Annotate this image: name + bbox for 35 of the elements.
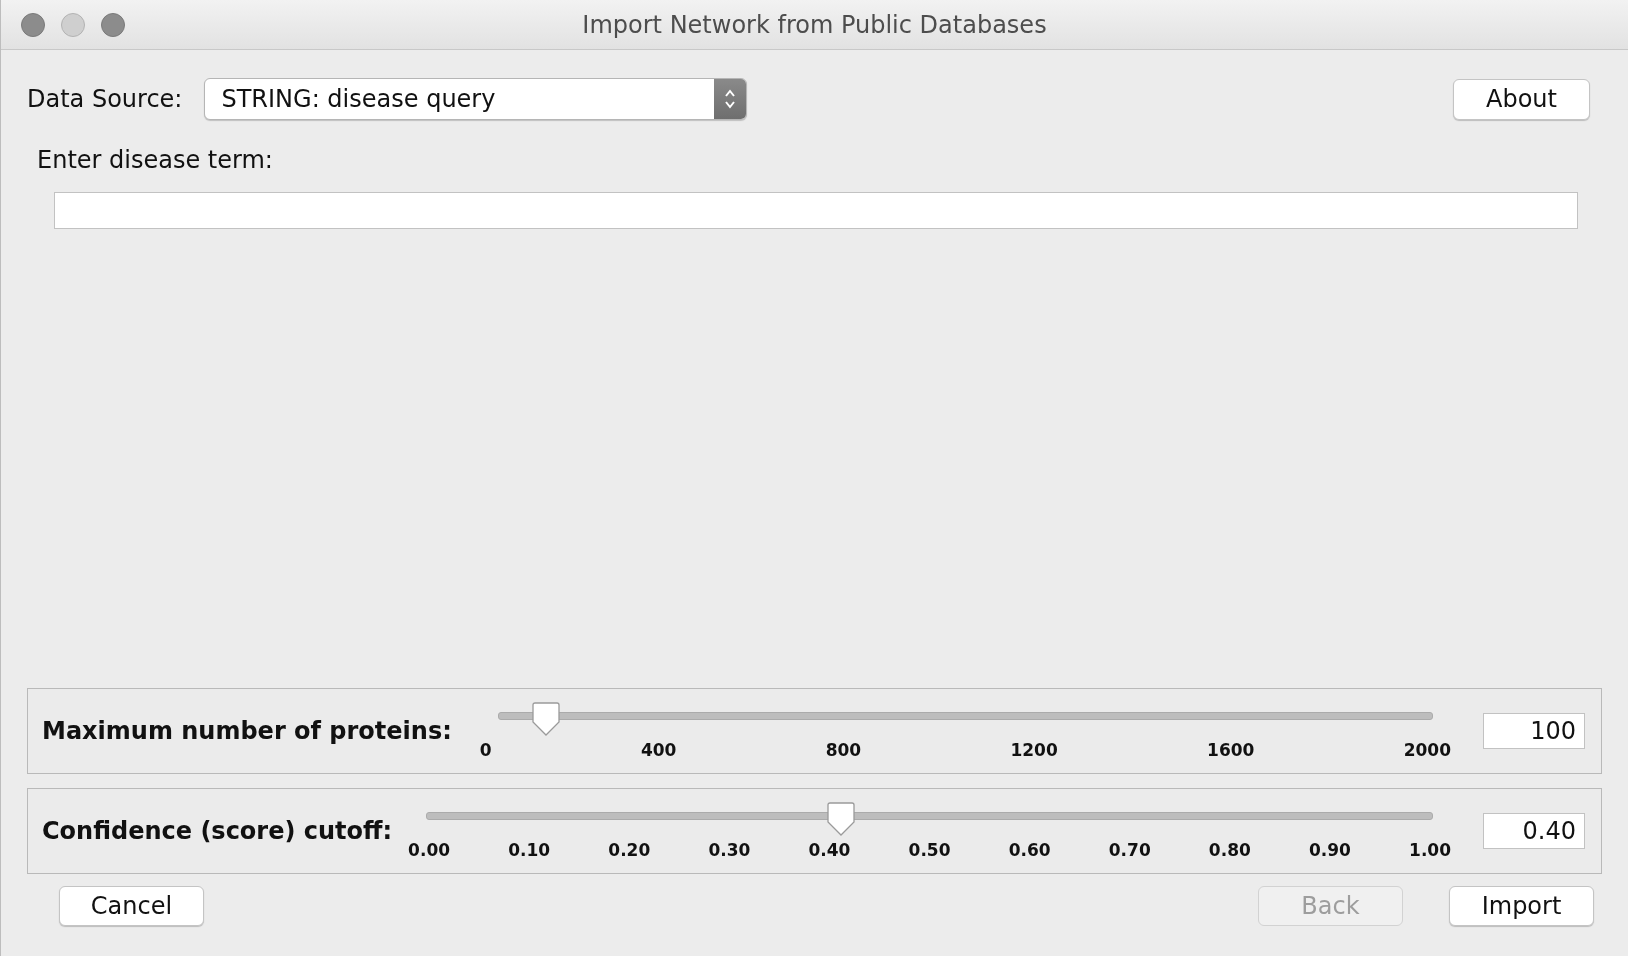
close-icon[interactable]: [21, 12, 45, 37]
data-source-dropdown[interactable]: STRING: disease query: [204, 78, 748, 120]
slider-label: Maximum number of proteins:: [42, 717, 452, 745]
dialog-button[interactable]: Cancel: [59, 886, 204, 926]
tick-label: 1.00: [1409, 840, 1451, 860]
dialog-button[interactable]: Import: [1449, 886, 1594, 926]
tick-label: 0.60: [1008, 840, 1051, 860]
minimize-icon[interactable]: [61, 12, 85, 37]
tick-label: 2000: [1403, 740, 1451, 760]
disease-term-field[interactable]: [54, 192, 1578, 229]
slider-value-field[interactable]: 100: [1483, 713, 1585, 749]
tick-label: 0.50: [908, 840, 951, 860]
tick-label: 400: [640, 740, 677, 760]
tick-label: 1200: [1010, 740, 1058, 760]
tick-label: 0.70: [1108, 840, 1151, 860]
tick-label: 1600: [1207, 740, 1255, 760]
tick-label: 0.80: [1208, 840, 1251, 860]
tick-label: 0: [479, 740, 492, 760]
tick-label: 0.30: [708, 840, 751, 860]
slider-thumb[interactable]: [825, 802, 856, 836]
slider-value-field[interactable]: 0.40: [1483, 813, 1585, 849]
tick-label: 0.20: [608, 840, 651, 860]
tick-label: 0.90: [1308, 840, 1351, 860]
tick-label: 0.00: [408, 840, 451, 860]
data-source-label: Data Source:: [27, 85, 183, 113]
tick-label: 0.40: [808, 840, 851, 860]
chevron-updown-icon: [724, 88, 737, 110]
window-title: Import Network from Public Databases: [581, 10, 1048, 39]
about-button[interactable]: About: [1453, 78, 1590, 120]
tick-label: 800: [825, 740, 862, 760]
zoom-icon[interactable]: [101, 12, 125, 37]
slider-label: Confidence (score) cutoff:: [42, 817, 393, 845]
slider-thumb[interactable]: [531, 702, 562, 736]
disease-term-label: Enter disease term:: [37, 146, 274, 174]
tick-label: 0.10: [508, 840, 551, 860]
